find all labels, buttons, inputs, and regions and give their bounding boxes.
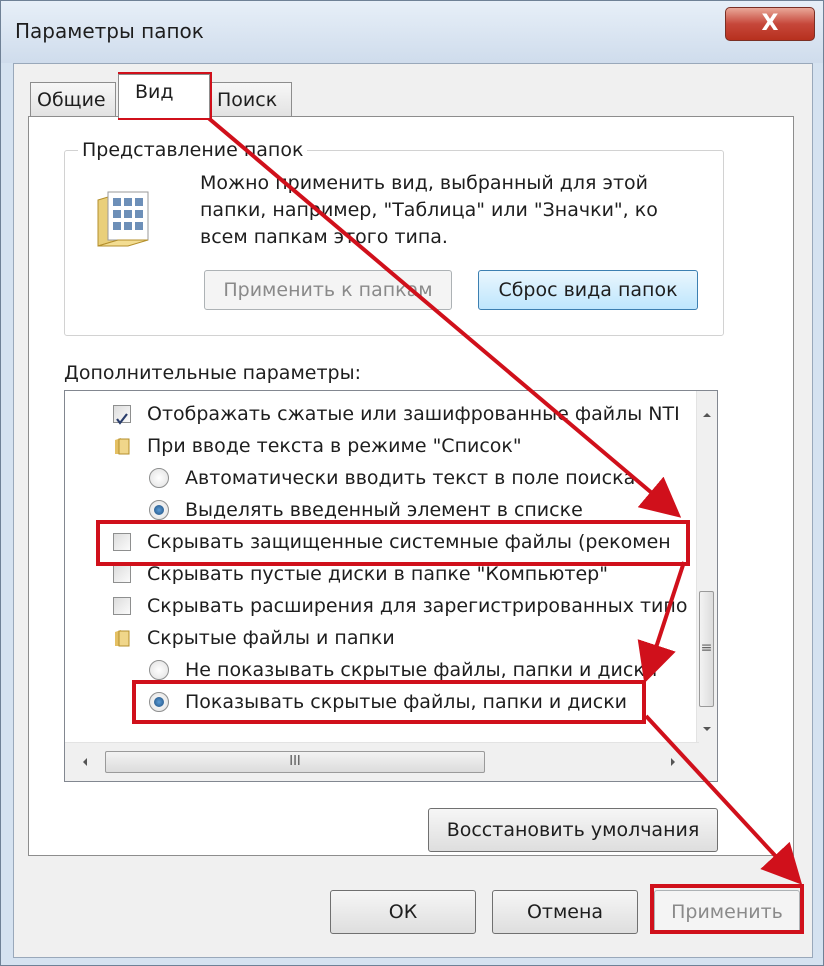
- folder-icon: [115, 438, 130, 455]
- checkbox[interactable]: [113, 565, 131, 583]
- folder-views-label: Представление папок: [78, 139, 308, 161]
- horizontal-scrollbar[interactable]: III: [65, 742, 699, 781]
- reset-folders-button[interactable]: Сброс вида папок: [478, 270, 698, 310]
- highlight-show-hidden: [132, 680, 646, 724]
- apply-to-folders-button[interactable]: Применить к папкам: [204, 270, 452, 310]
- scroll-grip-icon: ≡: [700, 640, 713, 656]
- checkbox-checked[interactable]: [113, 405, 131, 425]
- tab-view[interactable]: Вид: [118, 74, 210, 118]
- radio-button[interactable]: [149, 660, 169, 680]
- highlight-apply: [650, 884, 804, 934]
- horizontal-scroll-thumb[interactable]: III: [105, 751, 485, 773]
- vertical-scrollbar[interactable]: ≡: [696, 391, 717, 743]
- cancel-button[interactable]: Отмена: [492, 890, 638, 934]
- tab-general[interactable]: Общие: [30, 82, 116, 118]
- scroll-left-icon[interactable]: [75, 752, 95, 772]
- radio-button[interactable]: [149, 468, 169, 488]
- vertical-scroll-thumb[interactable]: ≡: [699, 591, 714, 707]
- scroll-grip-icon: III: [289, 754, 301, 769]
- ok-button[interactable]: ОК: [330, 890, 476, 934]
- scroll-down-icon[interactable]: [697, 719, 717, 739]
- check-icon: [116, 413, 128, 425]
- tab-search[interactable]: Поиск: [210, 82, 292, 118]
- folder-views-icon: [97, 191, 149, 247]
- scroll-up-icon[interactable]: [697, 405, 717, 425]
- close-button[interactable]: X: [725, 7, 815, 41]
- scrollbar-corner: [697, 743, 717, 781]
- checkbox[interactable]: [113, 597, 131, 615]
- highlight-hide-protected: [96, 520, 690, 566]
- restore-defaults-button[interactable]: Восстановить умолчания: [428, 808, 718, 852]
- folder-icon: [115, 630, 130, 647]
- scroll-right-icon[interactable]: [663, 752, 683, 772]
- advanced-settings-label: Дополнительные параметры:: [64, 362, 362, 384]
- title-bar[interactable]: Параметры папок X: [1, 1, 823, 63]
- radio-button-selected[interactable]: [149, 500, 169, 520]
- folder-views-description: Можно применить вид, выбранный для этой …: [200, 172, 658, 248]
- window-title: Параметры папок: [15, 19, 204, 43]
- close-icon: X: [761, 11, 779, 36]
